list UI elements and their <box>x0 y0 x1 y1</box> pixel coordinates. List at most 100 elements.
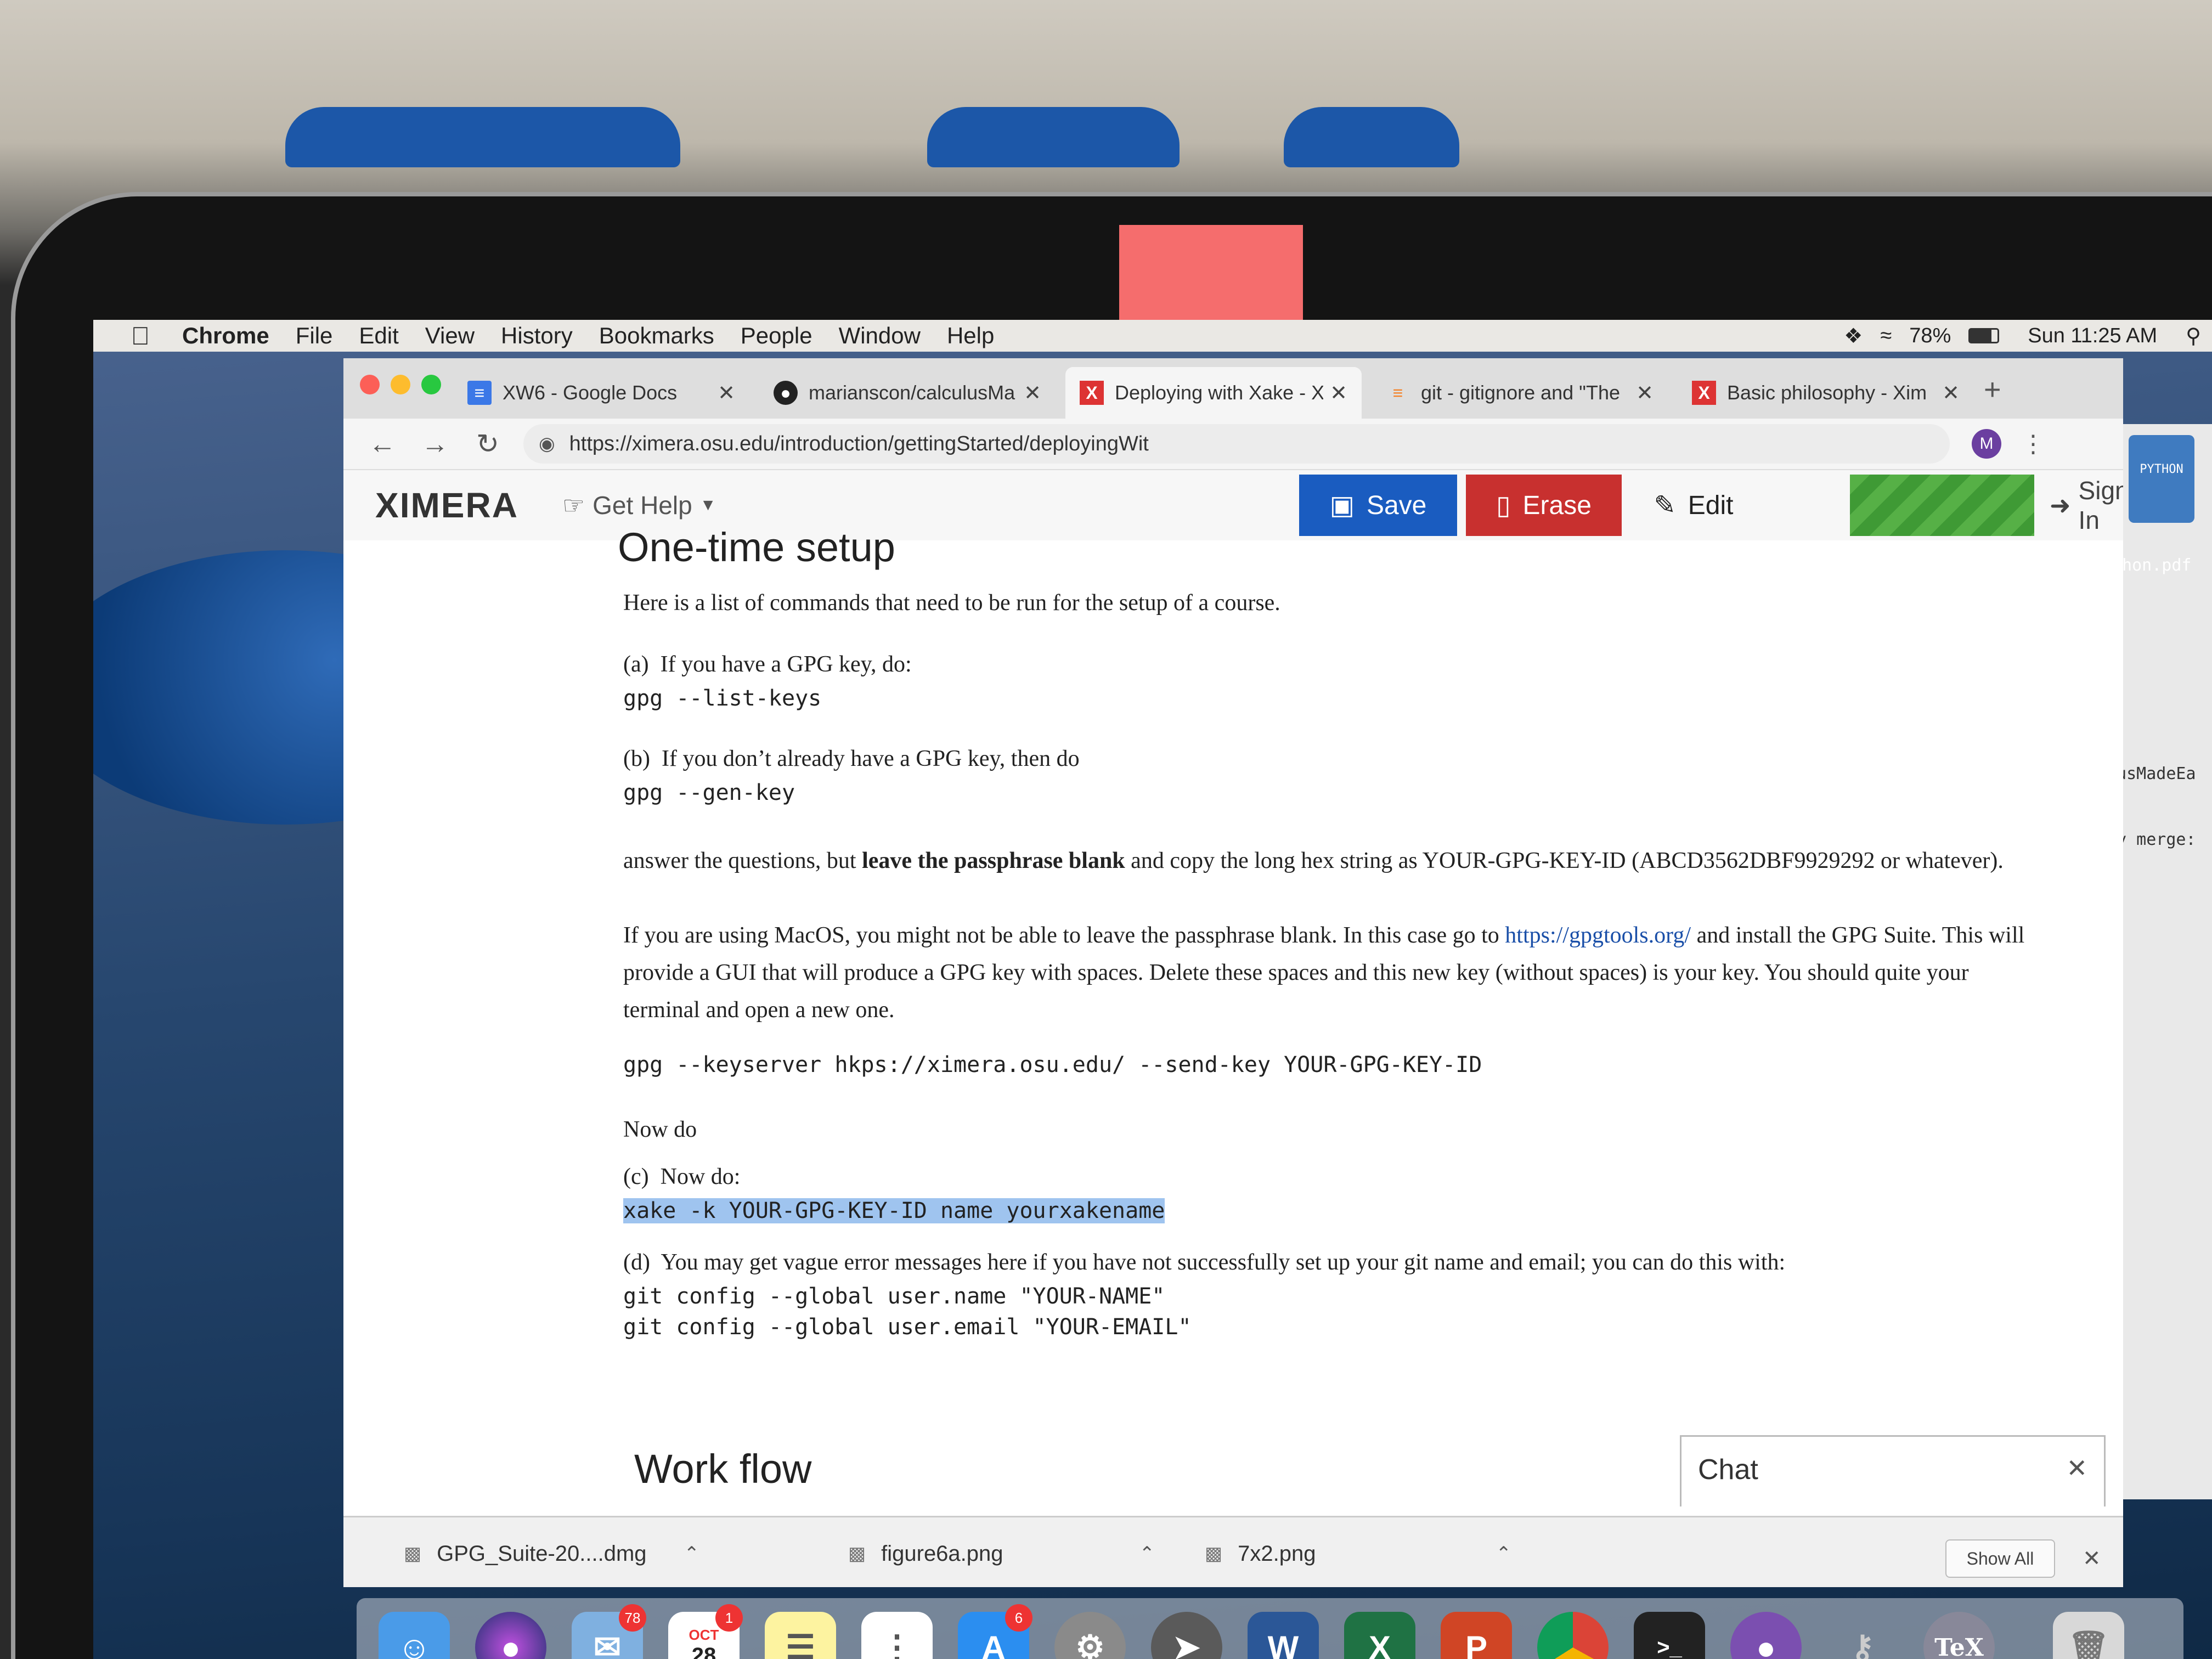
step-text: If you don’t already have a GPG key, the… <box>661 746 1080 771</box>
terminal-icon[interactable]: >_ <box>1634 1612 1705 1659</box>
more-menu-icon[interactable]: ⋮ <box>2021 430 2045 458</box>
siri-icon[interactable]: ● <box>475 1612 546 1659</box>
save-label: Save <box>1366 490 1427 520</box>
laptop-screen: PYTHON thon.pdf lusMadeEa by merge:  Ch… <box>93 320 2212 1659</box>
keychain-icon[interactable]: ⚷ <box>1827 1612 1898 1659</box>
step-label: (c) <box>623 1164 649 1189</box>
menu-edit[interactable]: Edit <box>359 323 398 349</box>
code-xake-highlighted: xake -k YOUR-GPG-KEY-ID name yourxakenam… <box>623 1198 1165 1223</box>
app-store-icon[interactable]: A6 <box>958 1604 1032 1659</box>
chat-widget[interactable]: Chat ✕ <box>1680 1435 2106 1506</box>
menu-people[interactable]: People <box>741 323 812 349</box>
close-chat-icon[interactable]: ✕ <box>2066 1453 2087 1483</box>
tab-deploying-with-xake[interactable]: X Deploying with Xake - X ✕ <box>1065 367 1362 419</box>
clock[interactable]: Sun 11:25 AM <box>2028 324 2157 348</box>
launchpad-icon[interactable]: ➤ <box>1151 1612 1222 1659</box>
dropbox-icon[interactable]: ❖ <box>1844 324 1863 348</box>
lock-icon[interactable]: ◉ <box>539 433 555 455</box>
caret-down-icon: ▼ <box>699 496 716 514</box>
address-bar[interactable]: ◉ https://ximera.osu.edu/introduction/ge… <box>523 424 1950 464</box>
step-text: Now do: <box>660 1164 741 1189</box>
browser-toolbar: ← → ↻ ◉ https://ximera.osu.edu/introduct… <box>343 419 2123 470</box>
hand-icon: ☞ <box>562 491 585 520</box>
battery-percent: 78% <box>1909 324 1951 347</box>
get-help-dropdown[interactable]: ☞ Get Help ▼ <box>562 490 716 520</box>
download-item[interactable]: ▩ figure6a.png ⌃ <box>848 1532 1155 1576</box>
ximera-logo[interactable]: XIMERA <box>375 485 518 526</box>
progress-indicator[interactable] <box>1850 475 2034 536</box>
finder-icon[interactable]: ☺ <box>379 1612 450 1659</box>
code-git-config-email: git config --global user.email "YOUR-EMA… <box>623 1314 1192 1340</box>
chrome-icon[interactable] <box>1537 1612 1609 1659</box>
tab-basic-philosophy[interactable]: X Basic philosophy - Xim ✕ <box>1678 367 1974 419</box>
close-tab-icon[interactable]: ✕ <box>1636 381 1654 405</box>
close-window-icon[interactable] <box>360 375 380 394</box>
profile-avatar[interactable]: M <box>1972 429 2001 459</box>
system-preferences-icon[interactable]: ⚙ <box>1054 1612 1126 1659</box>
chat-title: Chat <box>1698 1454 1758 1486</box>
wifi-icon[interactable]: ≈ <box>1880 324 1892 348</box>
chevron-up-icon[interactable]: ⌃ <box>1139 1543 1155 1565</box>
gpgtools-link[interactable]: https://gpgtools.org/ <box>1505 923 1691 948</box>
reload-icon[interactable]: ↻ <box>474 428 501 460</box>
download-item[interactable]: ▩ GPG_Suite-20....dmg ⌃ <box>404 1532 699 1576</box>
reminders-icon[interactable]: ⋮ <box>861 1612 933 1659</box>
menu-help[interactable]: Help <box>947 323 994 349</box>
close-tab-icon[interactable]: ✕ <box>1942 381 1960 405</box>
github-icon: ● <box>774 381 798 405</box>
menu-file[interactable]: File <box>296 323 333 349</box>
tab-google-docs[interactable]: ≡ XW6 - Google Docs ✕ <box>453 367 749 419</box>
save-button[interactable]: ▣ Save <box>1299 475 1457 536</box>
minimize-window-icon[interactable] <box>391 375 410 394</box>
eraser-icon: ▯ <box>1496 491 1511 520</box>
heading-work-flow: Work flow <box>634 1446 812 1492</box>
forward-arrow-icon[interactable]: → <box>421 428 449 460</box>
code-list-keys: gpg --list-keys <box>623 686 822 711</box>
chevron-up-icon[interactable]: ⌃ <box>1496 1543 1511 1565</box>
menu-window[interactable]: Window <box>839 323 921 349</box>
tex-icon[interactable]: TeX <box>1923 1612 1995 1659</box>
battery-icon[interactable] <box>1968 328 2000 343</box>
answer-text: and copy the long hex string as YOUR-GPG… <box>1125 848 2004 873</box>
window-controls <box>360 375 441 394</box>
tab-github[interactable]: ● marianscon/calculusMa ✕ <box>759 367 1056 419</box>
sticky-note-over-camera <box>1119 225 1303 324</box>
notes-icon[interactable]: ☰ <box>765 1612 836 1659</box>
step-text: If you have a GPG key, do: <box>660 652 912 677</box>
macos-text: If you are using MacOS, you might not be… <box>623 923 1505 948</box>
edit-button[interactable]: ✎ Edit <box>1630 475 1757 536</box>
code-git-config-name: git config --global user.name "YOUR-NAME… <box>623 1284 1165 1309</box>
tab-title: git - gitignore and "The <box>1421 381 1620 404</box>
url-text[interactable]: https://ximera.osu.edu/introduction/gett… <box>569 432 1149 456</box>
close-tab-icon[interactable]: ✕ <box>1330 381 1347 405</box>
word-icon[interactable]: W <box>1248 1612 1319 1659</box>
chevron-up-icon[interactable]: ⌃ <box>684 1543 700 1565</box>
file-icon: ▩ <box>404 1543 422 1564</box>
apple-icon[interactable]:  <box>121 321 160 351</box>
back-arrow-icon[interactable]: ← <box>369 428 396 460</box>
tab-git-gitignore[interactable]: ≡ git - gitignore and "The ✕ <box>1372 367 1668 419</box>
calendar-icon[interactable]: OCT 28 1 <box>668 1604 743 1659</box>
menu-chrome[interactable]: Chrome <box>182 323 269 349</box>
close-downloads-icon[interactable]: ✕ <box>2083 1546 2101 1571</box>
show-all-button[interactable]: Show All <box>1945 1539 2055 1578</box>
mail-icon[interactable]: ✉ 78 <box>572 1604 646 1659</box>
now-do-text: Now do <box>623 1117 697 1142</box>
excel-icon[interactable]: X <box>1344 1612 1415 1659</box>
download-item[interactable]: ▩ 7x2.png ⌃ <box>1205 1532 1511 1576</box>
trash-icon[interactable]: 🗑 <box>2053 1612 2124 1659</box>
sign-in-dropdown[interactable]: ➜ Sign In ▼ <box>2050 475 2123 536</box>
powerpoint-icon[interactable]: P <box>1441 1612 1512 1659</box>
close-tab-icon[interactable]: ✕ <box>718 381 735 405</box>
erase-button[interactable]: ▯ Erase <box>1466 475 1622 536</box>
close-tab-icon[interactable]: ✕ <box>1024 381 1041 405</box>
python-file-icon[interactable]: PYTHON <box>2129 435 2194 523</box>
menu-bookmarks[interactable]: Bookmarks <box>599 323 714 349</box>
menu-history[interactable]: History <box>501 323 573 349</box>
zoom-window-icon[interactable] <box>421 375 441 394</box>
new-tab-plus-icon[interactable]: + <box>1984 373 2001 407</box>
spotlight-search-icon[interactable]: ⚲ <box>2186 324 2201 348</box>
background-chair <box>285 107 680 167</box>
menu-view[interactable]: View <box>425 323 475 349</box>
github-desktop-icon[interactable]: ● <box>1730 1612 1802 1659</box>
